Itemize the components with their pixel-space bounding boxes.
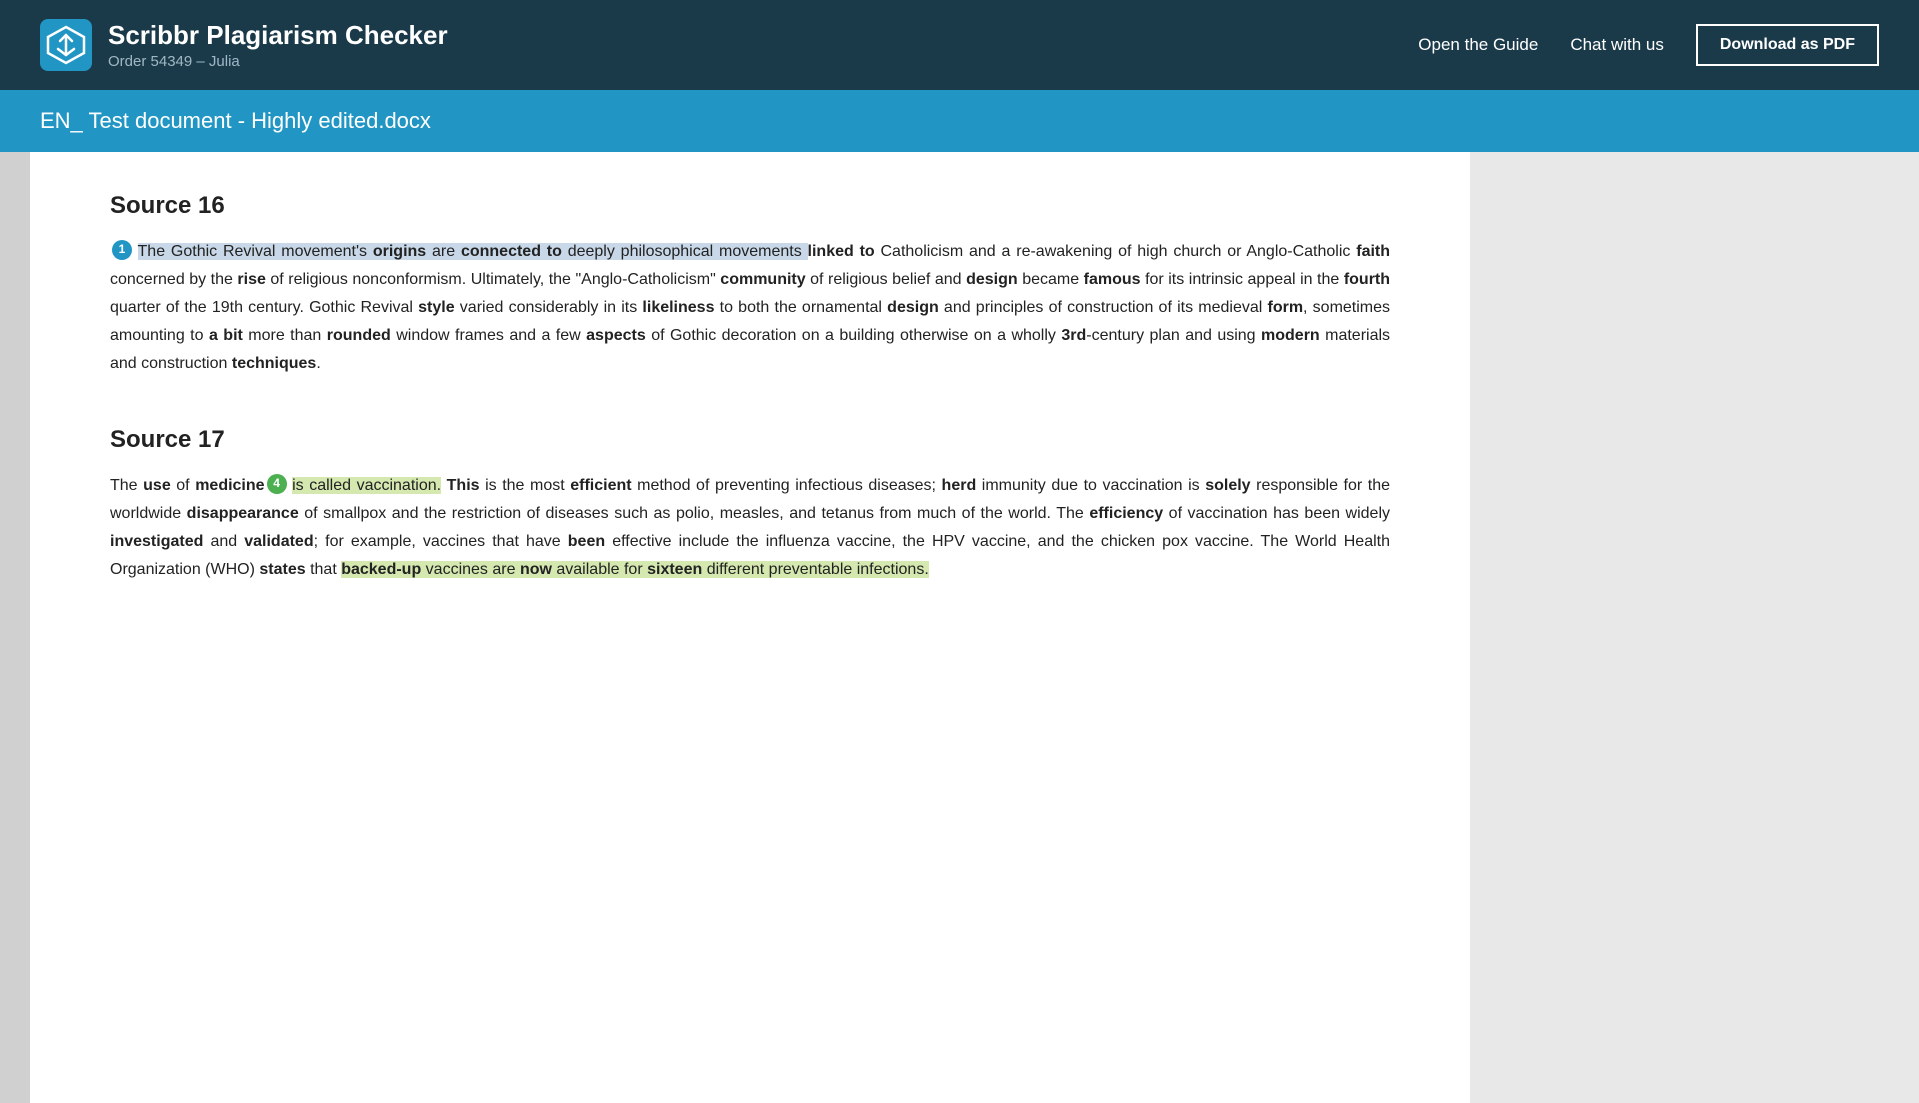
text-segment: form bbox=[1267, 299, 1303, 316]
source-17-section: Source 17 The use of medicine4 is called… bbox=[110, 426, 1390, 584]
document-area: Source 16 1 The Gothic Revival movement'… bbox=[30, 152, 1470, 1103]
main-content: Source 16 1 The Gothic Revival movement'… bbox=[0, 152, 1919, 1103]
header-title-block: Scribbr Plagiarism Checker Order 54349 –… bbox=[108, 20, 448, 70]
text-segment: rise bbox=[237, 271, 265, 288]
text-segment: linked to bbox=[808, 243, 875, 260]
text-segment: famous bbox=[1084, 271, 1141, 288]
text-segment: been bbox=[568, 533, 605, 550]
right-sidebar bbox=[1470, 152, 1890, 1103]
header-subtitle: Order 54349 – Julia bbox=[108, 53, 448, 70]
badge-4: 4 bbox=[267, 474, 287, 494]
source-17-title: Source 17 bbox=[110, 426, 1390, 454]
text-segment: different preventable infections. bbox=[702, 561, 929, 578]
text-segment: vaccines are bbox=[421, 561, 520, 578]
text-segment: is called vaccination. bbox=[292, 477, 441, 494]
text-segment: aspects bbox=[586, 327, 646, 344]
text-segment: faith bbox=[1356, 243, 1390, 260]
text-segment: herd bbox=[942, 477, 977, 494]
text-segment: use bbox=[143, 477, 171, 494]
text-segment: states bbox=[259, 561, 305, 578]
text-segment: efficient bbox=[570, 477, 631, 494]
source-16-paragraph: 1 The Gothic Revival movement's origins … bbox=[110, 238, 1390, 378]
download-pdf-button[interactable]: Download as PDF bbox=[1696, 24, 1879, 66]
text-segment: investigated bbox=[110, 533, 203, 550]
doc-title-bar: EN_ Test document - Highly edited.docx bbox=[0, 90, 1919, 152]
text-segment: fourth bbox=[1344, 271, 1390, 288]
text-segment: design bbox=[887, 299, 939, 316]
badge-1: 1 bbox=[112, 240, 132, 260]
doc-title: EN_ Test document - Highly edited.docx bbox=[40, 108, 1879, 134]
left-sidebar bbox=[0, 152, 30, 1103]
text-segment: validated bbox=[244, 533, 313, 550]
source-17-paragraph: The use of medicine4 is called vaccinati… bbox=[110, 472, 1390, 584]
text-segment: solely bbox=[1205, 477, 1250, 494]
header-left: Scribbr Plagiarism Checker Order 54349 –… bbox=[40, 19, 448, 71]
header-title: Scribbr Plagiarism Checker bbox=[108, 20, 448, 51]
text-segment: style bbox=[418, 299, 454, 316]
text-segment: medicine bbox=[195, 477, 264, 494]
text-segment: connected to bbox=[461, 243, 562, 260]
header: Scribbr Plagiarism Checker Order 54349 –… bbox=[0, 0, 1919, 90]
text-segment: The Gothic Revival movement's bbox=[138, 243, 373, 260]
text-segment: now bbox=[520, 561, 552, 578]
text-segment: rounded bbox=[327, 327, 391, 344]
text-segment: sixteen bbox=[647, 561, 702, 578]
text-segment: community bbox=[720, 271, 805, 288]
text-segment: origins bbox=[373, 243, 426, 260]
text-segment: design bbox=[966, 271, 1018, 288]
header-right: Open the Guide Chat with us Download as … bbox=[1418, 24, 1879, 66]
text-segment: likeliness bbox=[642, 299, 714, 316]
text-segment: techniques bbox=[232, 355, 316, 372]
text-segment: deeply philosophical movements bbox=[562, 243, 808, 260]
text-segment: a bit bbox=[209, 327, 243, 344]
text-segment: efficiency bbox=[1089, 505, 1163, 522]
open-guide-link[interactable]: Open the Guide bbox=[1418, 35, 1538, 55]
text-segment: modern bbox=[1261, 327, 1320, 344]
text-segment: available for bbox=[552, 561, 647, 578]
scribbr-logo-icon bbox=[40, 19, 92, 71]
text-segment: backed-up bbox=[341, 561, 421, 578]
source-16-title: Source 16 bbox=[110, 192, 1390, 220]
source-16-section: Source 16 1 The Gothic Revival movement'… bbox=[110, 192, 1390, 378]
text-segment: disappearance bbox=[187, 505, 299, 522]
text-segment: 3rd bbox=[1061, 327, 1086, 344]
text-segment: This bbox=[447, 477, 480, 494]
text-segment: are bbox=[426, 243, 461, 260]
chat-with-us-link[interactable]: Chat with us bbox=[1570, 35, 1664, 55]
